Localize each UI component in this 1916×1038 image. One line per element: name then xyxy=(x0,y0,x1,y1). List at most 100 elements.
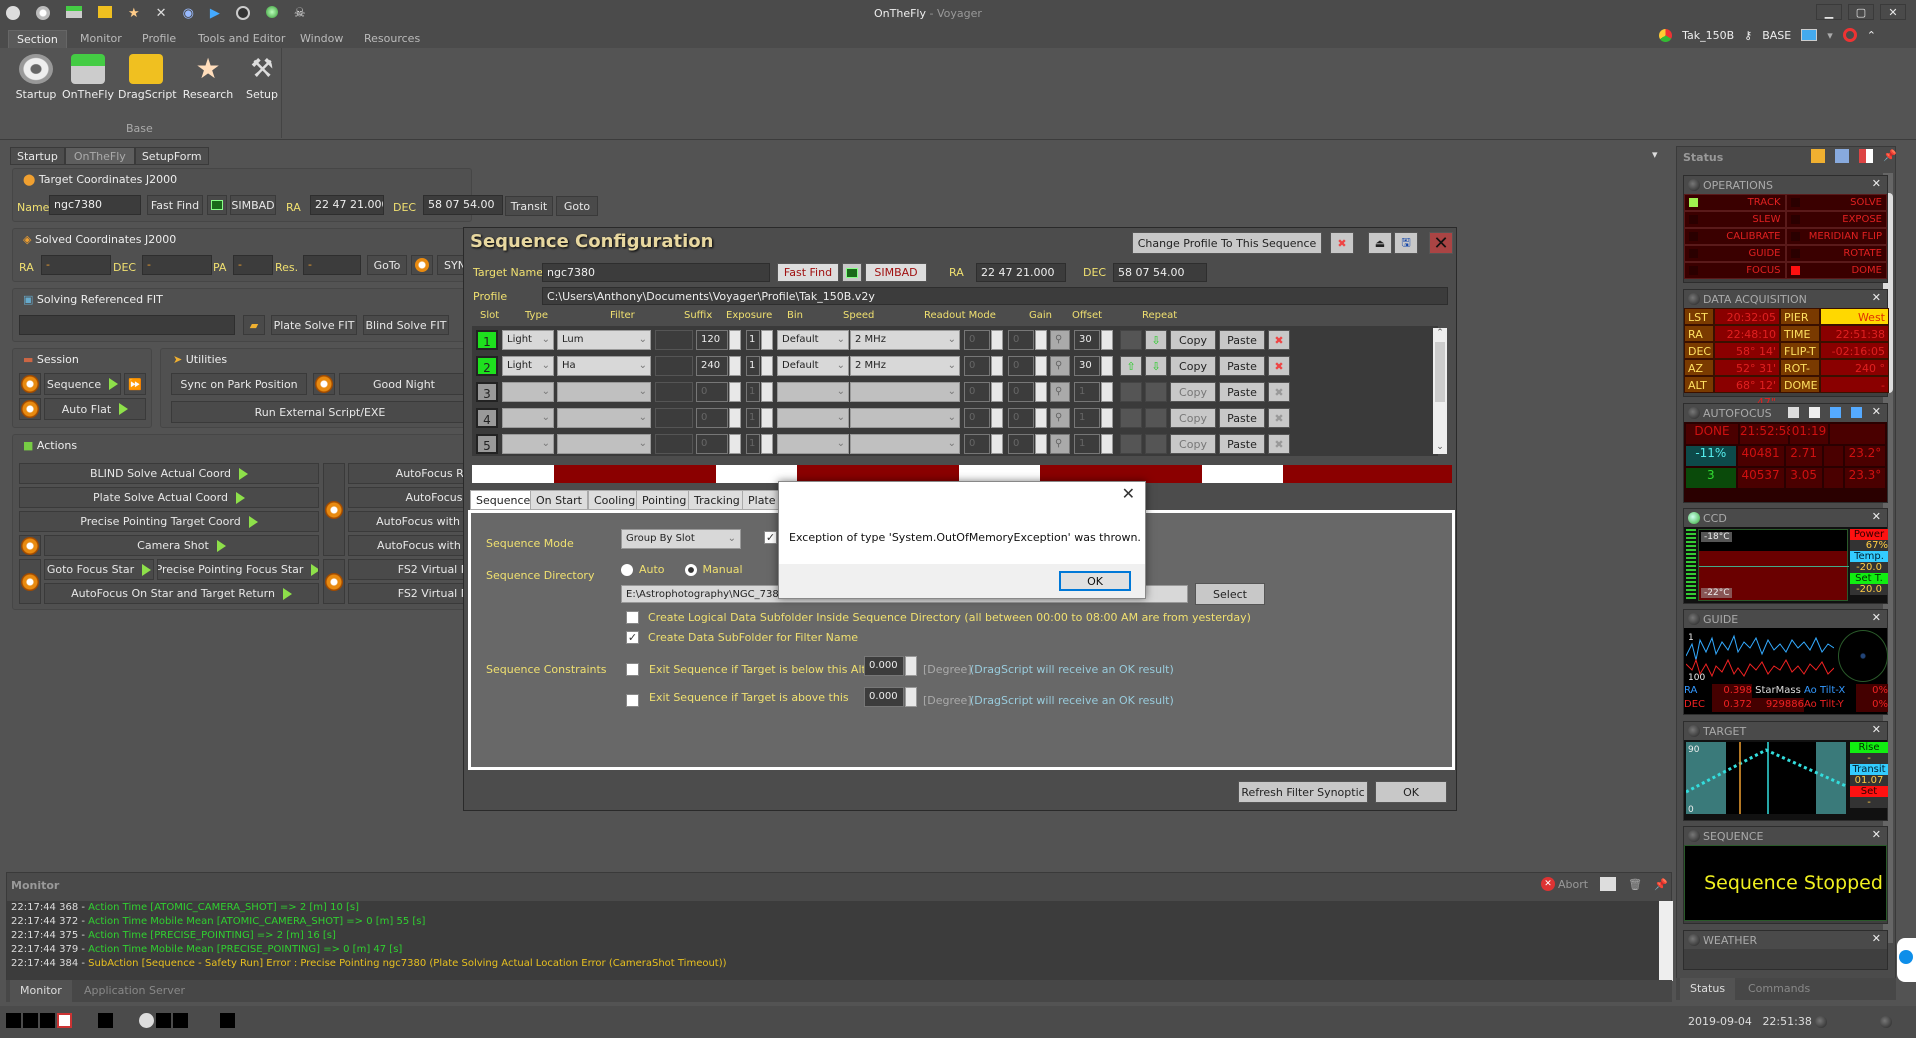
suffix-input[interactable] xyxy=(655,434,693,454)
close-icon[interactable]: ✕ xyxy=(1872,510,1881,523)
readout-select[interactable]: 2 MHz ⌄ xyxy=(850,356,960,376)
offset-spinner[interactable] xyxy=(1035,356,1047,376)
camera-shot-settings-button[interactable] xyxy=(19,535,41,556)
exposure-spinner[interactable] xyxy=(729,408,741,428)
exposure-input[interactable]: 0 xyxy=(696,408,728,428)
bin-spinner[interactable] xyxy=(761,382,773,402)
change-profile-button[interactable]: Change Profile To This Sequence xyxy=(1132,232,1322,254)
delete-slot-button[interactable]: ✖ xyxy=(1268,356,1290,376)
voyager-logo-icon[interactable] xyxy=(6,6,20,20)
plate-solve-fit-button[interactable]: Plate Solve FIT xyxy=(271,315,357,335)
speed-select[interactable]: ⌄ xyxy=(777,434,849,454)
target-ra-input[interactable]: 22 47 21.000 xyxy=(310,195,384,215)
slot-number[interactable]: 1 xyxy=(476,330,498,350)
good-night-settings-button[interactable] xyxy=(313,373,335,395)
exposure-input[interactable]: 240 xyxy=(696,356,728,376)
green-orb-icon[interactable] xyxy=(265,6,278,18)
copy-slot-button[interactable]: Copy xyxy=(1170,330,1216,350)
close-button[interactable]: ✕ xyxy=(1880,4,1906,20)
gain-spinner[interactable] xyxy=(991,408,1003,428)
select-directory-button[interactable]: Select xyxy=(1195,583,1265,605)
move-down-button[interactable] xyxy=(1145,434,1167,454)
logical-subfolder-checkbox[interactable] xyxy=(626,611,639,624)
exit-above-altitude-input[interactable]: 0.000 xyxy=(864,687,904,707)
dialog-close-button[interactable]: ✕ xyxy=(1429,232,1453,254)
speed-select[interactable]: ⌄ xyxy=(777,382,849,402)
ribbon-tab-resources[interactable]: Resources xyxy=(356,30,428,48)
copy-slot-button[interactable]: Copy xyxy=(1170,382,1216,402)
expand-all-icon[interactable] xyxy=(1851,407,1862,418)
exposure-spinner[interactable] xyxy=(729,356,741,376)
web-icon[interactable] xyxy=(235,6,250,20)
profile-name[interactable]: Tak_150B xyxy=(1682,29,1734,42)
repeat-spinner[interactable] xyxy=(1101,330,1113,350)
delete-slot-button[interactable]: ✖ xyxy=(1268,330,1290,350)
seq-fast-find-button[interactable]: Fast Find xyxy=(777,263,839,282)
copy-slot-button[interactable]: Copy xyxy=(1170,434,1216,454)
filter-select[interactable]: ⌄ xyxy=(557,382,651,402)
eye-icon[interactable]: ◉ xyxy=(183,6,194,21)
repeat-input[interactable]: 1 xyxy=(1074,382,1100,402)
onthefly-button[interactable]: OnTheFly xyxy=(60,54,116,114)
maximize-button[interactable]: ▢ xyxy=(1848,4,1874,20)
gain-spinner[interactable] xyxy=(991,356,1003,376)
lifebuoy-icon[interactable] xyxy=(1842,28,1857,42)
exit-below-checkbox[interactable] xyxy=(626,663,639,676)
type-select[interactable]: Light ⌄ xyxy=(502,356,554,376)
plate-solve-button[interactable]: Plate Solve Actual Coord xyxy=(19,487,319,508)
auto-radio[interactable] xyxy=(621,563,633,576)
doc-area-dropdown-icon[interactable]: ▾ xyxy=(1652,148,1658,161)
fs2-virtual-button-2[interactable]: FS2 Virtual Me xyxy=(348,583,478,604)
type-select[interactable]: ⌄ xyxy=(502,434,554,454)
dragscript-icon[interactable] xyxy=(98,6,112,18)
precise-focus-star-button[interactable]: Precise Pointing Focus Star xyxy=(157,559,319,580)
sync-park-button[interactable]: Sync on Park Position xyxy=(171,373,307,395)
repeat-input[interactable]: 30 xyxy=(1074,356,1100,376)
good-night-button[interactable]: Good Night xyxy=(339,373,469,395)
dialog-ok-button[interactable]: OK xyxy=(1375,781,1447,803)
focus-star-settings-button[interactable] xyxy=(19,559,41,604)
move-down-button[interactable] xyxy=(1145,408,1167,428)
precise-pointing-button[interactable]: Precise Pointing Target Coord xyxy=(19,511,319,532)
slot-number[interactable]: 5 xyxy=(476,434,498,454)
close-icon[interactable]: ✕ xyxy=(1872,611,1881,624)
grid-settings-icon[interactable] xyxy=(1859,149,1873,163)
offset-spinner[interactable] xyxy=(1035,382,1047,402)
sequence-settings-button[interactable] xyxy=(19,373,41,395)
dragscript-button[interactable]: DragScript xyxy=(118,54,177,114)
open-folder-button[interactable]: ▰ xyxy=(243,315,265,335)
exposure-spinner[interactable] xyxy=(729,434,741,454)
sequence-run-button[interactable]: Sequence xyxy=(44,373,121,395)
paste-slot-button[interactable]: Paste xyxy=(1219,408,1265,428)
paste-slot-button[interactable]: Paste xyxy=(1219,434,1265,454)
close-icon[interactable]: ✕ xyxy=(1872,177,1881,190)
sequence-mode-select[interactable]: Group By Slot ⌄ xyxy=(621,529,741,549)
tab-tracking[interactable]: Tracking xyxy=(688,490,746,510)
collapse-ribbon-icon[interactable]: ⌃ xyxy=(1867,29,1876,42)
paste-slot-button[interactable]: Paste xyxy=(1219,330,1265,350)
teamviewer-handle[interactable] xyxy=(1897,938,1916,982)
type-select[interactable]: Light ⌄ xyxy=(502,330,554,350)
seq-simbad-online-icon[interactable] xyxy=(842,263,862,282)
setup-tools-icon[interactable]: ✕ xyxy=(156,6,167,21)
repeat-input[interactable]: 30 xyxy=(1074,330,1100,350)
close-icon[interactable]: ✕ xyxy=(1872,291,1881,304)
move-down-button[interactable] xyxy=(1145,382,1167,402)
export-button[interactable]: ⏏ xyxy=(1368,232,1392,254)
bin-input[interactable]: 1 xyxy=(746,408,760,428)
fs2-settings-button[interactable] xyxy=(323,559,345,604)
manual-radio[interactable] xyxy=(684,563,697,576)
close-icon[interactable]: ✕ xyxy=(1872,828,1881,841)
slot-number[interactable]: 4 xyxy=(476,408,498,428)
startup-button[interactable]: Startup xyxy=(8,54,64,114)
onthefly-icon[interactable] xyxy=(66,6,82,18)
monitor-tab-app-server[interactable]: Application Server xyxy=(76,980,193,1002)
fast-find-button[interactable]: Fast Find xyxy=(147,195,203,215)
seq-simbad-button[interactable]: SIMBAD xyxy=(865,263,927,282)
setup-button[interactable]: ⚒ Setup xyxy=(234,54,290,114)
solved-settings-button[interactable] xyxy=(411,255,433,275)
seq-ra-input[interactable]: 22 47 21.000 xyxy=(976,263,1066,282)
monitor-icon[interactable] xyxy=(1801,29,1818,41)
save-button[interactable]: 🖫 xyxy=(1394,232,1418,254)
repeat-input[interactable]: 1 xyxy=(1074,434,1100,454)
